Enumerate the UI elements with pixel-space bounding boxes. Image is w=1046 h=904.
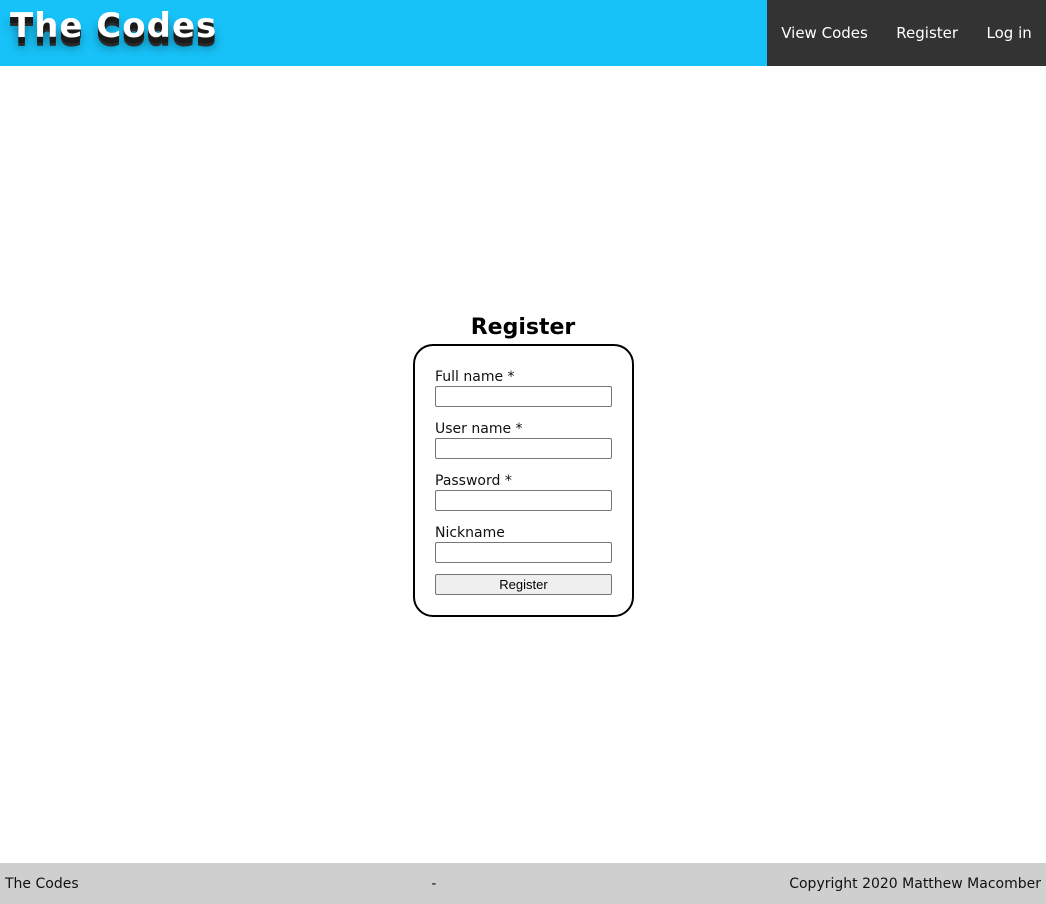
nav-register-link[interactable]: Register bbox=[896, 20, 958, 46]
site-logo[interactable]: The Codes bbox=[10, 6, 217, 46]
register-form-title: Register bbox=[470, 315, 576, 340]
nickname-input[interactable] bbox=[435, 542, 612, 563]
full-name-input[interactable] bbox=[435, 386, 612, 407]
register-submit-button[interactable]: Register bbox=[435, 574, 612, 595]
user-name-label: User name * bbox=[435, 421, 523, 437]
site-header: The Codes View Codes Register Log in bbox=[0, 0, 1046, 66]
full-name-label: Full name * bbox=[435, 369, 515, 385]
footer-separator: - bbox=[431, 875, 437, 892]
footer-site-name: The Codes bbox=[5, 875, 79, 892]
footer-copyright: Copyright 2020 Matthew Macomber bbox=[789, 875, 1041, 892]
main-nav: View Codes Register Log in bbox=[767, 0, 1046, 66]
register-form: Full name * User name * Password * Nickn… bbox=[413, 344, 634, 617]
password-field-group: Password * bbox=[435, 473, 612, 511]
nickname-field-group: Nickname bbox=[435, 525, 612, 563]
password-input[interactable] bbox=[435, 490, 612, 511]
password-label: Password * bbox=[435, 473, 512, 489]
site-footer: The Codes - Copyright 2020 Matthew Macom… bbox=[0, 863, 1046, 904]
nickname-label: Nickname bbox=[435, 525, 505, 541]
user-name-field-group: User name * bbox=[435, 421, 612, 459]
nav-view-codes-link[interactable]: View Codes bbox=[781, 20, 868, 46]
nav-log-in-link[interactable]: Log in bbox=[987, 20, 1032, 46]
full-name-field-group: Full name * bbox=[435, 369, 612, 407]
user-name-input[interactable] bbox=[435, 438, 612, 459]
